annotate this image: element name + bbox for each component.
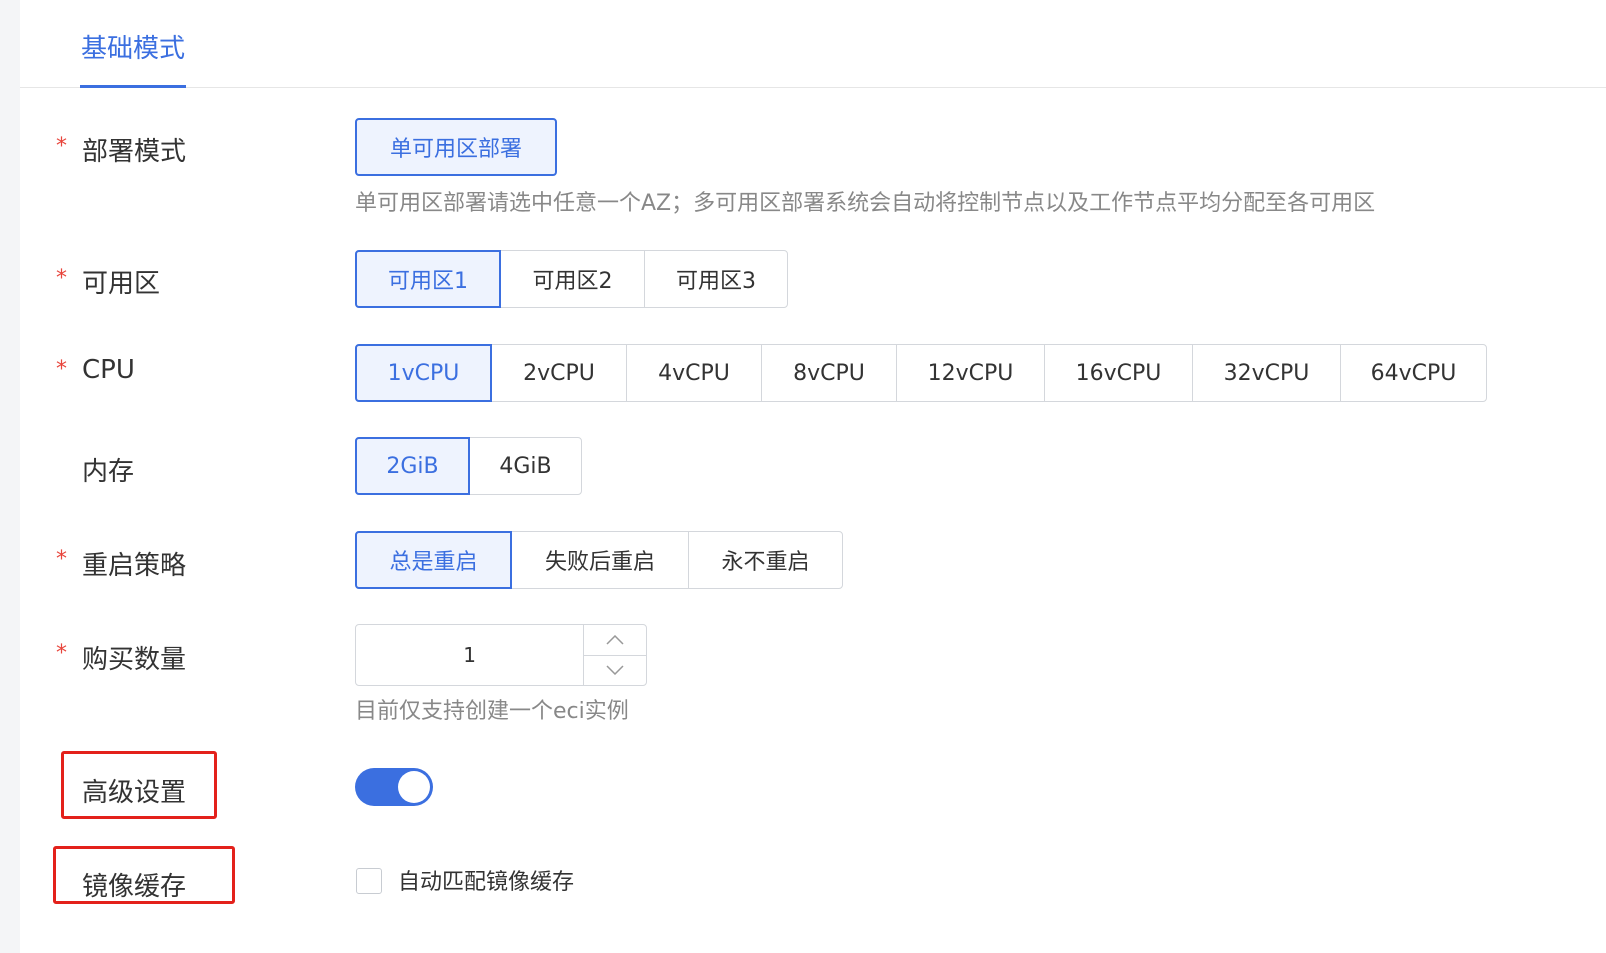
quantity-input[interactable]: 1 — [356, 625, 585, 685]
cpu-option-4vcpu[interactable]: 4vCPU — [626, 345, 761, 401]
restart-policy-selector: 总是重启 失败后重启 永不重启 — [355, 531, 843, 589]
required-mark: * — [56, 134, 67, 159]
restart-option-never[interactable]: 永不重启 — [688, 532, 842, 588]
cpu-option-1vcpu[interactable]: 1vCPU — [355, 344, 492, 402]
restart-option-on-failure[interactable]: 失败后重启 — [511, 532, 688, 588]
memory-selector: 2GiB 4GiB — [355, 437, 582, 495]
deploy-mode-label: 部署模式 — [82, 137, 187, 167]
deploy-mode-hint: 单可用区部署请选中任意一个AZ；多可用区部署系统会自动将控制节点以及工作节点平均… — [355, 191, 1376, 216]
restart-option-always[interactable]: 总是重启 — [355, 531, 512, 589]
memory-option-2gib[interactable]: 2GiB — [355, 437, 470, 495]
cpu-option-16vcpu[interactable]: 16vCPU — [1044, 345, 1192, 401]
image-cache-checkbox[interactable] — [356, 868, 382, 894]
advanced-settings-label: 高级设置 — [82, 778, 187, 808]
quantity-increment-button[interactable] — [584, 625, 646, 656]
quantity-arrows — [584, 625, 646, 685]
tab-basic-mode[interactable]: 基础模式 — [80, 30, 187, 88]
cpu-label: CPU — [82, 355, 135, 385]
toggle-knob — [398, 771, 430, 803]
zone-label: 可用区 — [82, 269, 161, 299]
restart-policy-label: 重启策略 — [82, 551, 187, 581]
quantity-hint: 目前仅支持创建一个eci实例 — [355, 699, 629, 724]
left-gutter — [0, 0, 20, 953]
deploy-mode-single-az-button[interactable]: 单可用区部署 — [355, 118, 557, 176]
chevron-up-icon — [606, 634, 624, 645]
required-mark: * — [56, 357, 67, 382]
required-mark: * — [56, 547, 67, 572]
cpu-option-2vcpu[interactable]: 2vCPU — [491, 345, 626, 401]
zone-option-1[interactable]: 可用区1 — [355, 250, 501, 308]
cpu-option-32vcpu[interactable]: 32vCPU — [1192, 345, 1340, 401]
cpu-option-64vcpu[interactable]: 64vCPU — [1340, 345, 1486, 401]
zone-option-3[interactable]: 可用区3 — [644, 251, 787, 307]
image-cache-label: 镜像缓存 — [82, 872, 187, 902]
memory-label: 内存 — [82, 457, 135, 487]
cpu-option-12vcpu[interactable]: 12vCPU — [896, 345, 1044, 401]
quantity-decrement-button[interactable] — [584, 656, 646, 686]
cpu-selector: 1vCPU 2vCPU 4vCPU 8vCPU 12vCPU 16vCPU 32… — [355, 344, 1487, 402]
required-mark: * — [56, 641, 67, 666]
image-cache-checkbox-label[interactable]: 自动匹配镜像缓存 — [398, 864, 574, 896]
zone-selector: 可用区1 可用区2 可用区3 — [355, 250, 788, 308]
quantity-stepper: 1 — [355, 624, 647, 686]
advanced-settings-toggle[interactable] — [355, 768, 433, 806]
required-mark: * — [56, 266, 67, 291]
cpu-option-8vcpu[interactable]: 8vCPU — [761, 345, 896, 401]
chevron-down-icon — [606, 665, 624, 676]
tab-bar: 基础模式 — [20, 0, 1606, 88]
quantity-label: 购买数量 — [82, 645, 187, 675]
zone-option-2[interactable]: 可用区2 — [500, 251, 644, 307]
memory-option-4gib[interactable]: 4GiB — [469, 438, 581, 494]
